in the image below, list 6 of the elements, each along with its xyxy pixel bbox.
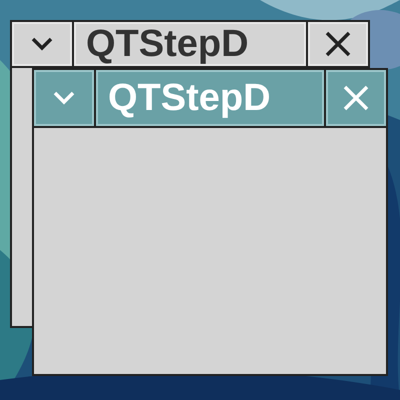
chevron-down-icon (52, 90, 76, 106)
window-title: QTStepD (96, 70, 324, 126)
chevron-down-icon (30, 36, 54, 52)
window-title: QTStepD (74, 22, 306, 66)
close-icon (325, 31, 351, 57)
close-icon (343, 85, 369, 111)
